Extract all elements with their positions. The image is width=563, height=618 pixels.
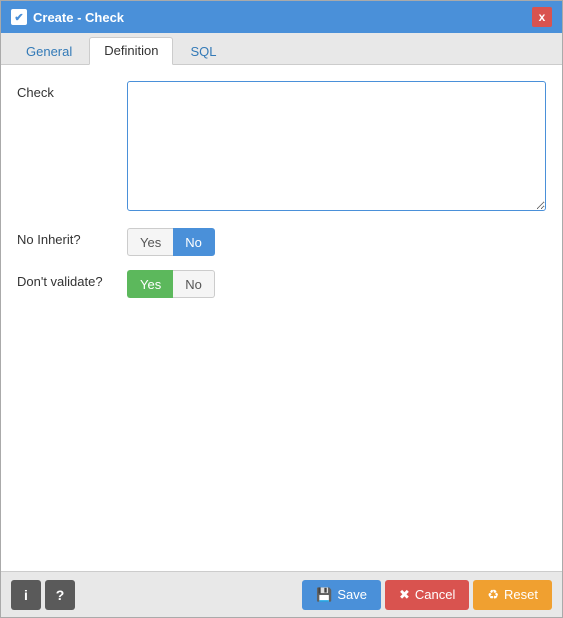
reset-label: Reset (504, 587, 538, 602)
cancel-icon: ✖ (399, 587, 410, 603)
no-inherit-row: No Inherit? Yes No (17, 228, 546, 256)
reset-button[interactable]: ♻ Reset (473, 580, 552, 610)
close-button[interactable]: x (532, 7, 552, 27)
dont-validate-yes-btn[interactable]: Yes (127, 270, 173, 298)
no-inherit-yes-btn[interactable]: Yes (127, 228, 173, 256)
check-row: Check (17, 81, 546, 214)
save-label: Save (337, 587, 367, 602)
check-input-wrap (127, 81, 546, 214)
content-area: Check No Inherit? Yes No Don't validate?… (1, 65, 562, 571)
dont-validate-label: Don't validate? (17, 270, 127, 289)
dialog-title: Create - Check (33, 10, 124, 25)
title-bar-left: ✔ Create - Check (11, 9, 124, 25)
info-button[interactable]: i (11, 580, 41, 610)
save-icon: 💾 (316, 587, 332, 603)
tab-general[interactable]: General (11, 38, 87, 64)
reset-icon: ♻ (487, 587, 499, 603)
dont-validate-toggle: Yes No (127, 270, 215, 298)
dialog-icon: ✔ (11, 9, 27, 25)
cancel-button[interactable]: ✖ Cancel (385, 580, 469, 610)
help-button[interactable]: ? (45, 580, 75, 610)
no-inherit-toggle: Yes No (127, 228, 215, 256)
cancel-label: Cancel (415, 587, 455, 602)
create-check-dialog: ✔ Create - Check x General Definition SQ… (0, 0, 563, 618)
title-bar: ✔ Create - Check x (1, 1, 562, 33)
footer-right: 💾 Save ✖ Cancel ♻ Reset (302, 580, 552, 610)
no-inherit-no-btn[interactable]: No (173, 228, 215, 256)
dont-validate-row: Don't validate? Yes No (17, 270, 546, 298)
footer: i ? 💾 Save ✖ Cancel ♻ Reset (1, 571, 562, 617)
no-inherit-label: No Inherit? (17, 228, 127, 247)
dont-validate-no-btn[interactable]: No (173, 270, 215, 298)
check-label: Check (17, 81, 127, 100)
tab-definition[interactable]: Definition (89, 37, 173, 65)
save-button[interactable]: 💾 Save (302, 580, 381, 610)
tabs-bar: General Definition SQL (1, 33, 562, 65)
check-textarea[interactable] (127, 81, 546, 211)
footer-left: i ? (11, 580, 75, 610)
tab-sql[interactable]: SQL (175, 38, 231, 64)
